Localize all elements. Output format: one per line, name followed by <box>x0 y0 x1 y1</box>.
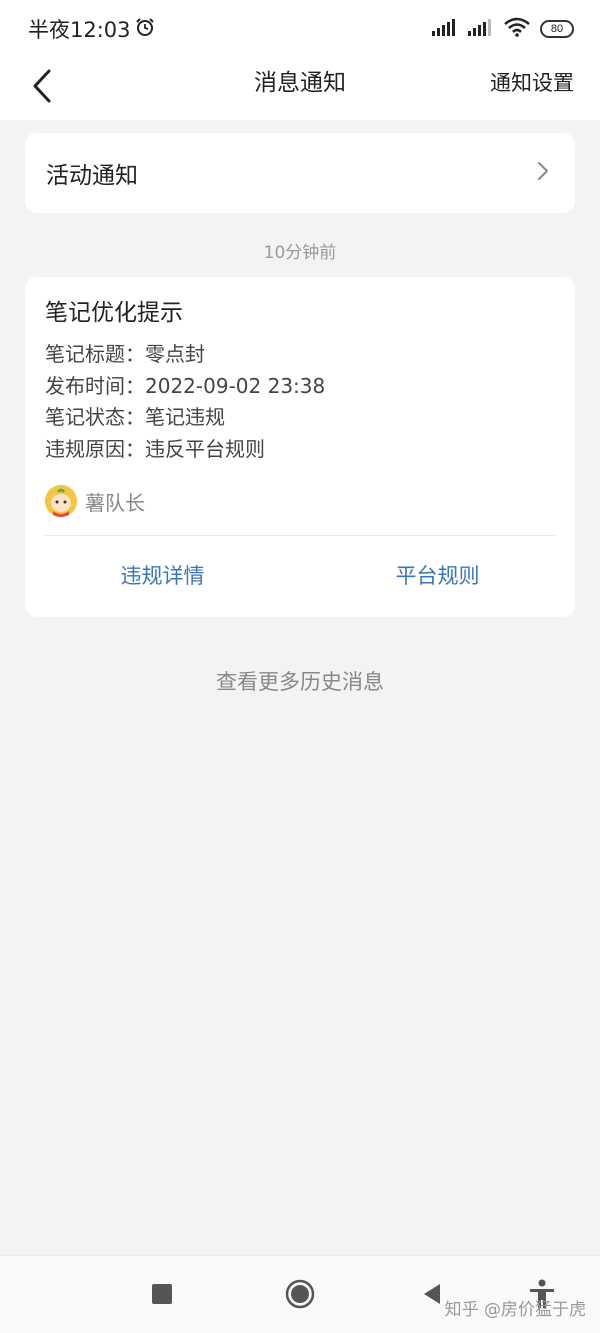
line-value: 零点封 <box>145 342 205 366</box>
sender: 薯队长 <box>45 483 555 519</box>
more-history-link[interactable]: 查看更多历史消息 <box>0 666 600 696</box>
message-timestamp: 10分钟前 <box>263 243 337 263</box>
activity-notification-item[interactable]: 活动通知 <box>25 133 575 213</box>
line-value: 2022-09-02 23:38 <box>145 373 326 398</box>
chevron-right-icon <box>537 161 549 185</box>
status-bar: 半夜12:03 80 <box>0 0 600 58</box>
line-key: 笔记标题： <box>45 342 145 366</box>
message-line: 违规原因：违反平台规则 <box>45 434 555 466</box>
recent-apps-button[interactable] <box>140 1274 184 1318</box>
system-nav-bar <box>0 1255 600 1333</box>
message-line: 笔记标题：零点封 <box>45 339 555 371</box>
header: 消息通知 通知设置 <box>0 58 600 120</box>
status-left: 半夜12:03 <box>28 14 155 44</box>
signal-icon <box>468 18 494 40</box>
line-value: 违反平台规则 <box>145 436 265 461</box>
message-card: 笔记优化提示 笔记标题：零点封 发布时间：2022-09-02 23:38 笔记… <box>25 277 575 617</box>
line-key: 笔记状态： <box>45 405 145 429</box>
watermark: 知乎 @房价猛于虎 <box>444 1300 586 1320</box>
home-button[interactable] <box>278 1274 322 1318</box>
activity-notification-label: 活动通知 <box>46 163 138 189</box>
status-right: 80 <box>432 17 574 41</box>
square-icon <box>152 1284 172 1308</box>
line-value: 笔记违规 <box>145 405 225 429</box>
status-time: 半夜12:03 <box>28 18 131 42</box>
violation-details-button[interactable]: 违规详情 <box>25 536 300 616</box>
platform-rules-button[interactable]: 平台规则 <box>300 536 575 616</box>
message-line: 笔记状态：笔记违规 <box>45 402 555 434</box>
triangle-back-icon <box>422 1283 442 1309</box>
message-actions: 违规详情 平台规则 <box>25 536 575 616</box>
sender-name: 薯队长 <box>85 490 145 515</box>
battery-icon: 80 <box>540 20 574 38</box>
message-details: 笔记标题：零点封 发布时间：2022-09-02 23:38 笔记状态：笔记违规… <box>45 339 555 465</box>
wifi-icon <box>504 17 530 41</box>
message-title: 笔记优化提示 <box>45 300 183 326</box>
message-line: 发布时间：2022-09-02 23:38 <box>45 371 555 403</box>
alarm-icon <box>135 17 155 42</box>
avatar[interactable] <box>45 485 77 517</box>
line-key: 发布时间： <box>45 373 145 398</box>
circle-icon <box>285 1279 315 1313</box>
line-key: 违规原因： <box>45 436 145 461</box>
notification-settings-button[interactable]: 通知设置 <box>490 58 574 108</box>
signal-icon <box>432 18 458 40</box>
